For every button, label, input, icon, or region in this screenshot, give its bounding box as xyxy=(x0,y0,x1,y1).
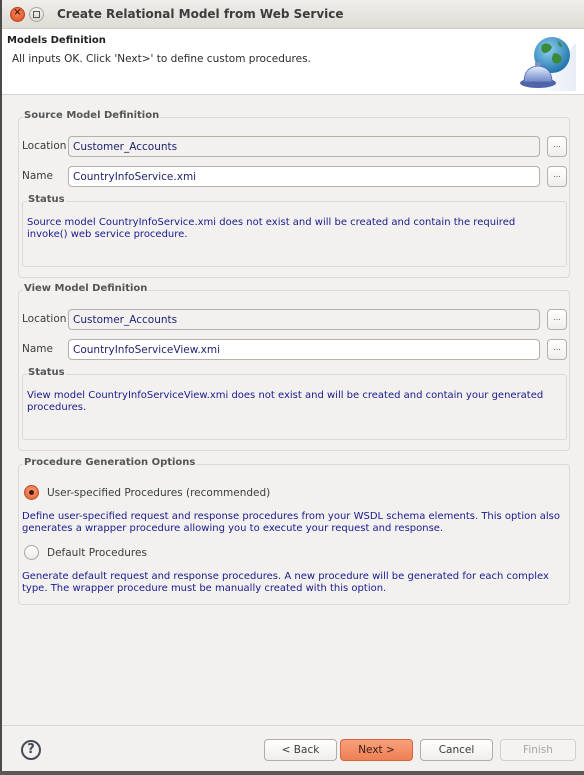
source-name-browse-button[interactable]: ... xyxy=(547,166,567,187)
back-button[interactable]: < Back xyxy=(264,739,337,761)
view-group-title: View Model Definition xyxy=(23,283,149,294)
footer-divider xyxy=(2,725,584,726)
radio-unselected-icon[interactable] xyxy=(24,545,39,560)
source-model-group: Source Model Definition Location ... Nam… xyxy=(18,110,570,278)
wizard-header: Models Definition All inputs OK. Click '… xyxy=(2,29,584,95)
view-name-label: Name xyxy=(22,343,53,355)
window-title: Create Relational Model from Web Service xyxy=(57,7,344,21)
title-bar: × Create Relational Model from Web Servi… xyxy=(2,0,584,29)
source-location-label: Location xyxy=(22,140,67,152)
maximize-button[interactable] xyxy=(29,7,44,22)
radio-user-specified[interactable]: User-specified Procedures (recommended) xyxy=(24,485,270,500)
help-icon[interactable]: ? xyxy=(21,740,41,760)
globe-service-bell-icon xyxy=(520,37,576,91)
close-button[interactable]: × xyxy=(10,7,25,22)
cancel-button[interactable]: Cancel xyxy=(420,739,493,761)
maximize-icon xyxy=(33,11,40,18)
procedure-options-group: Procedure Generation Options User-specif… xyxy=(18,457,570,605)
view-name-field[interactable] xyxy=(68,339,540,360)
view-location-field[interactable] xyxy=(68,309,540,330)
source-name-label: Name xyxy=(22,170,53,182)
view-status-text: View model CountryInfoServiceView.xmi do… xyxy=(27,390,544,413)
source-name-field[interactable] xyxy=(68,166,540,187)
source-status-box: Status Source model CountryInfoService.x… xyxy=(22,194,567,267)
next-button[interactable]: Next > xyxy=(340,739,413,761)
radio-selected-icon[interactable] xyxy=(24,485,39,500)
page-message: All inputs OK. Click 'Next>' to define c… xyxy=(12,53,311,65)
source-location-browse-button[interactable]: ... xyxy=(547,136,567,157)
window-bottom-edge xyxy=(0,771,584,775)
view-name-browse-button[interactable]: ... xyxy=(547,339,567,360)
dialog-window: × Create Relational Model from Web Servi… xyxy=(0,0,584,775)
view-location-label: Location xyxy=(22,313,67,325)
view-location-browse-button[interactable]: ... xyxy=(547,309,567,330)
radio-default-procedures[interactable]: Default Procedures xyxy=(24,545,147,560)
source-group-title: Source Model Definition xyxy=(23,110,161,121)
user-specified-description: Define user-specified request and respon… xyxy=(22,511,560,534)
options-group-title: Procedure Generation Options xyxy=(23,457,197,468)
close-icon: × xyxy=(13,7,22,18)
source-status-title: Status xyxy=(27,194,66,205)
page-title: Models Definition xyxy=(7,35,106,46)
finish-button[interactable]: Finish xyxy=(500,739,576,761)
view-model-group: View Model Definition Location ... Name … xyxy=(18,283,570,451)
radio-user-specified-label[interactable]: User-specified Procedures (recommended) xyxy=(47,487,270,499)
view-status-box: Status View model CountryInfoServiceView… xyxy=(22,367,567,440)
source-status-text: Source model CountryInfoService.xmi does… xyxy=(27,217,516,240)
source-location-field[interactable] xyxy=(68,136,540,157)
radio-default-label[interactable]: Default Procedures xyxy=(47,547,147,559)
default-procedures-description: Generate default request and response pr… xyxy=(22,571,549,594)
view-status-title: Status xyxy=(27,367,66,378)
